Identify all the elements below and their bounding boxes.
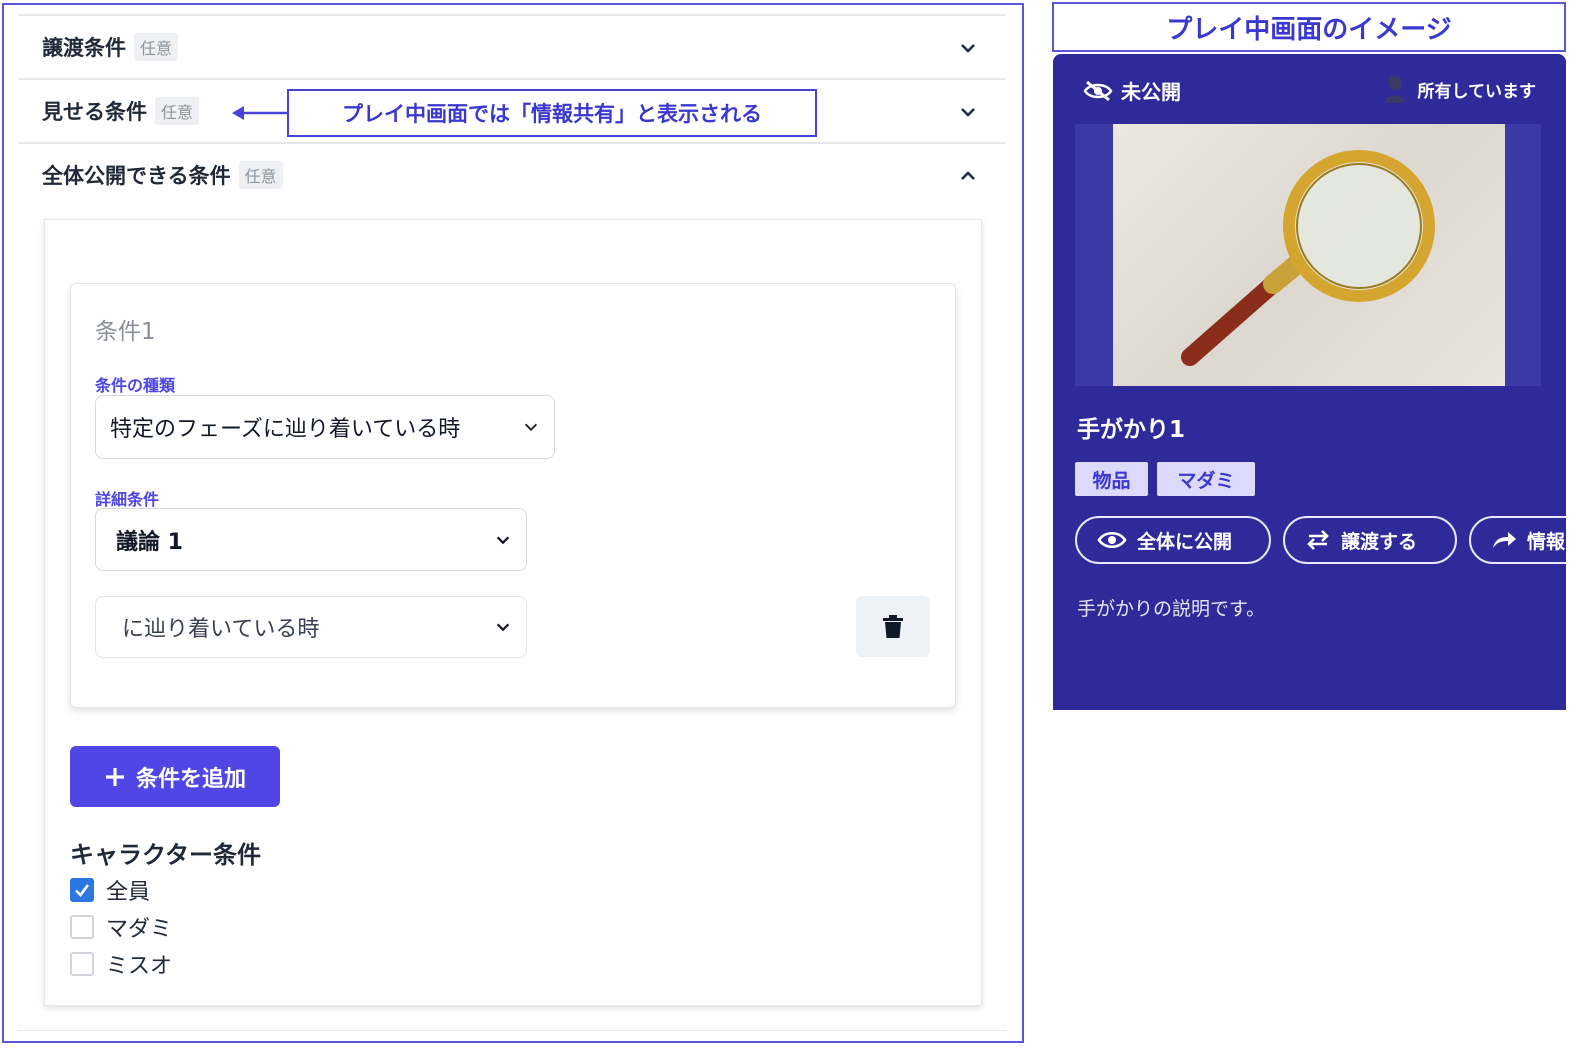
checkbox[interactable] [70, 952, 94, 976]
chevron-up-icon[interactable] [958, 166, 978, 186]
checkbox[interactable] [70, 915, 94, 939]
tag-item: 物品 [1075, 462, 1148, 496]
user-icon [1384, 76, 1405, 103]
visibility-status: 未公開 [1083, 76, 1181, 105]
chevron-down-icon [496, 623, 510, 632]
chevron-down-icon[interactable] [958, 38, 978, 58]
checkbox-label: ミスオ [106, 954, 173, 979]
select-value: 議論 1 [116, 529, 183, 555]
divider [18, 1030, 1006, 1031]
chevron-down-icon[interactable] [958, 102, 978, 122]
character-condition-title: キャラクター条件 [70, 841, 262, 869]
transfer-button[interactable]: 譲渡する [1283, 516, 1457, 564]
accordion-title: 全体公開できる条件 [42, 164, 231, 188]
clue-image [1075, 124, 1541, 386]
condition-type-label: 条件の種類 [95, 376, 176, 395]
optional-badge: 任意 [238, 161, 283, 189]
clue-description: 手がかりの説明です。 [1077, 598, 1266, 620]
checkbox-checked[interactable] [70, 878, 94, 902]
magnifier-icon [1181, 150, 1435, 366]
checkbox-label: 全員 [106, 880, 151, 905]
condition-title: 条件1 [95, 319, 156, 345]
visibility-text: 未公開 [1121, 80, 1181, 104]
checkbox-label: マダミ [106, 917, 173, 942]
arrow-left-icon [232, 106, 288, 120]
check-icon [75, 884, 90, 897]
make-public-button[interactable]: 全体に公開 [1075, 516, 1271, 564]
delete-condition-button[interactable] [856, 596, 930, 657]
detail-condition-label: 詳細条件 [95, 490, 160, 509]
optional-badge: 任意 [155, 97, 200, 125]
annotation-callout: プレイ中画面では「情報共有」と表示される [287, 89, 817, 137]
character-option-all[interactable]: 全員 [70, 874, 150, 906]
make-public-label: 全体に公開 [1137, 530, 1233, 553]
trash-icon [883, 614, 903, 638]
play-screen-mockup: 未公開 所有しています 手がかり1 物品 マダミ 全体に公開 譲渡する 情報 手… [1053, 54, 1566, 710]
share-info-label: 情報 [1527, 530, 1566, 553]
select-value: 特定のフェーズに辿り着いている時 [110, 417, 461, 442]
select-value: に辿り着いている時 [122, 617, 320, 642]
add-condition-label: 条件を追加 [135, 766, 246, 792]
character-option-misuo[interactable]: ミスオ [70, 948, 172, 980]
mockup-title: プレイ中画面のイメージ [1052, 2, 1566, 52]
accordion-title: 譲渡条件 [42, 36, 126, 60]
owner-status: 所有しています [1384, 74, 1537, 104]
swap-icon [1307, 530, 1329, 550]
accordion-title: 見せる条件 [42, 100, 147, 124]
accordion-transfer-conditions[interactable]: 譲渡条件 任意 [18, 14, 1006, 78]
clue-name: 手がかり1 [1077, 417, 1186, 443]
optional-badge: 任意 [134, 33, 179, 61]
tag-character: マダミ [1157, 462, 1255, 496]
character-option-madami[interactable]: マダミ [70, 911, 172, 943]
eye-icon [1097, 531, 1127, 549]
chevron-down-icon [524, 423, 538, 431]
share-info-button[interactable]: 情報 [1469, 516, 1566, 564]
add-condition-button[interactable]: 条件を追加 [70, 746, 280, 807]
eye-off-icon [1083, 80, 1113, 101]
condition-type-select[interactable]: 特定のフェーズに辿り着いている時 [95, 395, 555, 459]
transfer-label: 譲渡する [1341, 530, 1418, 553]
owner-text: 所有しています [1417, 81, 1537, 102]
screen: 譲渡条件 任意 見せる条件 任意 全体公開できる条件 任意 プレイ中画面では「情… [0, 0, 1587, 1057]
share-arrow-icon [1493, 532, 1516, 548]
chevron-down-icon [496, 536, 510, 544]
accordion-public-conditions[interactable]: 全体公開できる条件 任意 [18, 142, 1006, 206]
plus-icon [105, 767, 124, 786]
timing-select[interactable]: に辿り着いている時 [95, 596, 527, 658]
detail-condition-select[interactable]: 議論 1 [95, 508, 527, 571]
